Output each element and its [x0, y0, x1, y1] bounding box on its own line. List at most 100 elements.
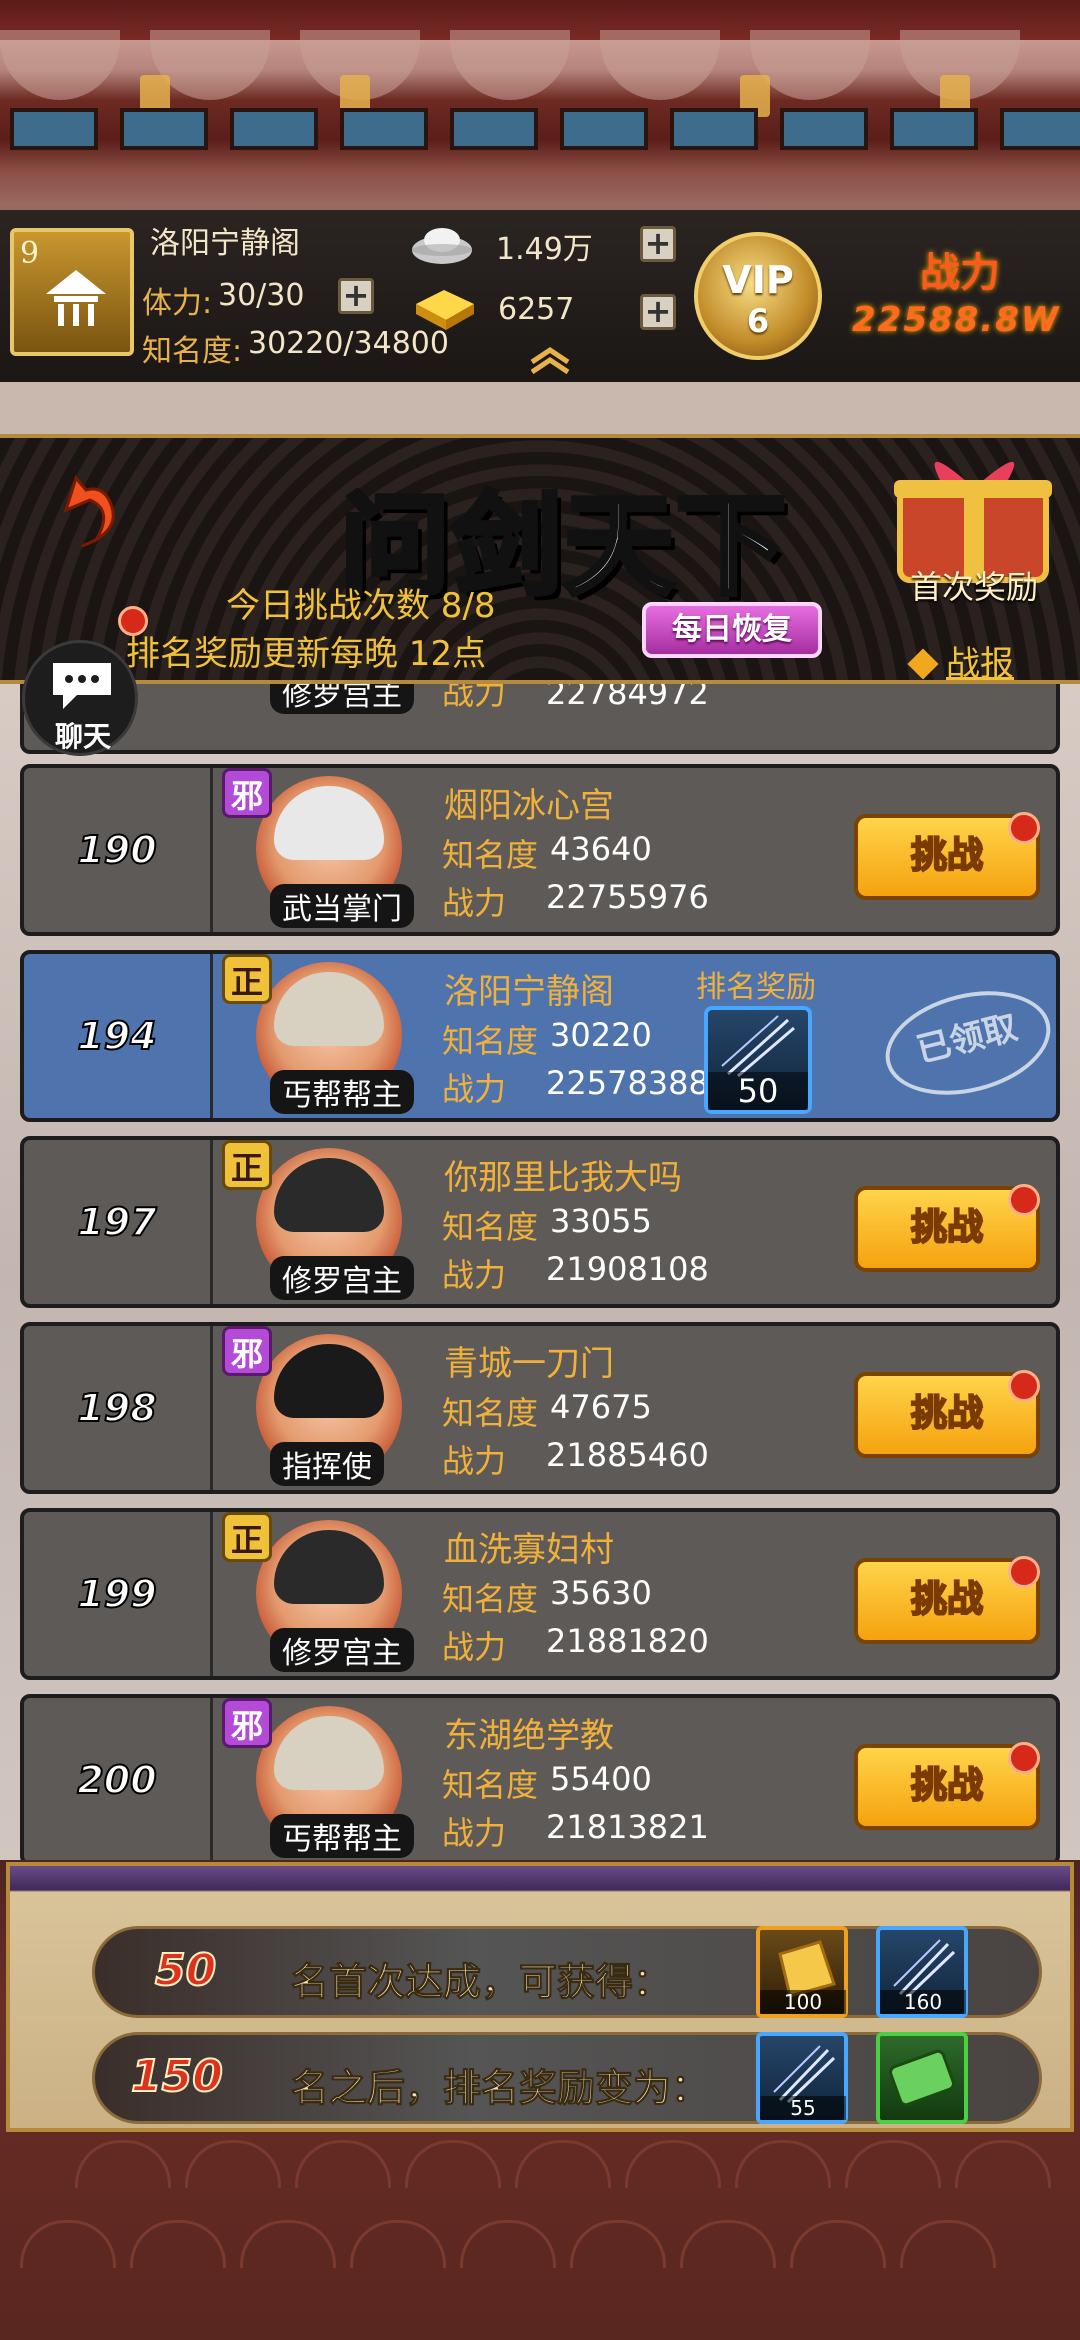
power-label: 战力	[442, 1256, 507, 1294]
alignment-badge: 正	[222, 954, 272, 1004]
power-value: 21885460	[546, 1436, 709, 1474]
player-name: 洛阳宁静阁	[444, 972, 614, 1012]
divider	[0, 382, 1080, 434]
ranking-row[interactable]: 200 邪丐帮帮主 东湖绝学教 知名度 55400 战力 21813821 挑战	[20, 1694, 1060, 1866]
back-arrow-icon[interactable]	[56, 470, 126, 550]
fame-label: 知名度	[442, 1766, 539, 1804]
vip-level: 6	[746, 302, 770, 340]
notification-dot	[1008, 1556, 1040, 1588]
fame-value: 33055	[550, 1202, 652, 1240]
power-value: 21813821	[546, 1808, 709, 1846]
fame-label: 知名度	[442, 1394, 539, 1432]
pavilion-icon	[46, 270, 106, 326]
add-gold-button[interactable]: +	[640, 294, 676, 330]
power-label: 战力	[442, 1442, 507, 1480]
chat-bubble-icon	[53, 663, 111, 709]
character-title: 修罗宫主	[270, 684, 414, 714]
character-title: 修罗宫主	[270, 1256, 414, 1300]
sword-item-icon[interactable]: 55	[756, 2032, 848, 2124]
alignment-badge: 正	[222, 1512, 272, 1562]
power-label: 战力	[442, 684, 507, 712]
reward-text: 名首次达成，可获得：	[290, 1960, 672, 2005]
fame-value: 55400	[550, 1760, 652, 1798]
combat-power-label: 战力	[920, 250, 1000, 296]
fame-label: 知名度	[442, 1208, 539, 1246]
stamina-value: 30/30	[218, 278, 305, 313]
reward-quantity: 50	[708, 1072, 808, 1110]
reward-update-note: 排名奖励更新每晚 12点	[126, 634, 487, 674]
fame-value: 30220	[550, 1016, 652, 1054]
notification-dot	[1008, 1742, 1040, 1774]
fame-label: 知名度	[442, 1580, 539, 1618]
chat-label: 聊天	[54, 720, 111, 753]
silver-ingot-icon	[412, 228, 472, 264]
ranking-row[interactable]: 190 邪武当掌门 烟阳冰心宫 知名度 43640 战力 22755976 挑战	[20, 764, 1060, 936]
reward-rank: 150	[130, 2050, 224, 2103]
power-label: 战力	[442, 884, 507, 922]
battle-report-label: 战报	[946, 644, 1014, 684]
notification-dot	[118, 606, 148, 636]
reward-rank: 50	[154, 1944, 217, 1997]
battle-report-link[interactable]: 战报	[907, 636, 1014, 685]
power-value: 21881820	[546, 1622, 709, 1660]
challenge-count: 今日挑战次数 8/8	[226, 586, 496, 626]
character-title: 修罗宫主	[270, 1628, 414, 1672]
rank-number: 200	[24, 1698, 213, 1862]
alignment-badge: 邪	[222, 1326, 272, 1376]
rank-number: 197	[24, 1140, 213, 1304]
power-label: 战力	[442, 1628, 507, 1666]
ranking-row-partial: 修罗宫主 战力 22784972	[20, 684, 1060, 754]
rank-number: 194	[24, 954, 213, 1118]
chat-button[interactable]: 聊天	[22, 640, 138, 756]
power-value: 22578388	[546, 1064, 709, 1102]
rank-reward-label: 排名奖励	[696, 970, 816, 1005]
character-title: 武当掌门	[270, 884, 414, 928]
alignment-badge: 邪	[222, 1698, 272, 1748]
vip-label: VIP	[722, 258, 794, 302]
fame-label: 知名度	[442, 836, 539, 874]
notification-dot	[1008, 1370, 1040, 1402]
rank-reward-panel: 50 名首次达成，可获得： 150 名之后，排名奖励变为： 100 160 55	[6, 1862, 1074, 2132]
green-token-item-icon[interactable]	[876, 2032, 968, 2124]
player-name: 血洗寡妇村	[444, 1530, 614, 1570]
stamina-label: 体力:	[142, 286, 213, 321]
character-title: 丐帮帮主	[270, 1814, 414, 1858]
combat-power-value: 22588.8W	[852, 300, 1061, 340]
ranking-row-self[interactable]: 194 正丐帮帮主 洛阳宁静阁 知名度 30220 战力 22578388 排名奖励 50 已领…	[20, 950, 1062, 1122]
gold-ingot-icon	[416, 290, 474, 330]
fame-label: 知名度:	[142, 334, 243, 369]
chevron-up-icon[interactable]	[526, 346, 574, 376]
palace-roof-background	[0, 0, 1080, 210]
power-label: 战力	[442, 1070, 507, 1108]
player-name: 烟阳冰心宫	[444, 786, 614, 826]
power-value: 22755976	[546, 878, 709, 916]
daily-restore-button[interactable]: 每日恢复	[642, 602, 822, 658]
sword-item-icon[interactable]: 160	[876, 1926, 968, 2018]
first-reward-label: 首次奖励	[910, 568, 1039, 606]
player-name: 青城一刀门	[444, 1344, 614, 1384]
vip-badge-icon[interactable]: VIP 6	[694, 232, 822, 360]
ranking-row[interactable]: 197 正修罗宫主 你那里比我大吗 知名度 33055 战力 21908108 挑战	[20, 1136, 1060, 1308]
notification-dot	[1008, 812, 1040, 844]
add-stamina-button[interactable]: +	[338, 278, 374, 314]
alignment-badge: 正	[222, 1140, 272, 1190]
rank-number: 198	[24, 1326, 213, 1490]
ranking-row[interactable]: 198 邪指挥使 青城一刀门 知名度 47675 战力 21885460 挑战	[20, 1322, 1060, 1494]
guild-level-badge[interactable]: 9	[10, 228, 134, 356]
ranking-row[interactable]: 199 正修罗宫主 血洗寡妇村 知名度 35630 战力 21881820 挑战	[20, 1508, 1060, 1680]
character-title: 丐帮帮主	[270, 1070, 414, 1114]
fame-value: 35630	[550, 1574, 652, 1612]
rank-number: 190	[24, 768, 213, 932]
gold-amount: 6257	[498, 292, 575, 327]
alignment-badge: 邪	[222, 768, 272, 818]
gold-bar-item-icon[interactable]: 100	[756, 1926, 848, 2018]
silver-amount: 1.49万	[496, 232, 593, 267]
rank-number: 199	[24, 1512, 213, 1676]
guild-name: 洛阳宁静阁	[150, 226, 300, 261]
notification-dot	[1008, 1184, 1040, 1216]
fame-value: 43640	[550, 830, 652, 868]
fame-value: 47675	[550, 1388, 652, 1426]
add-silver-button[interactable]: +	[640, 226, 676, 262]
sword-item-icon[interactable]: 50	[704, 1006, 812, 1114]
diamond-icon	[907, 648, 939, 680]
